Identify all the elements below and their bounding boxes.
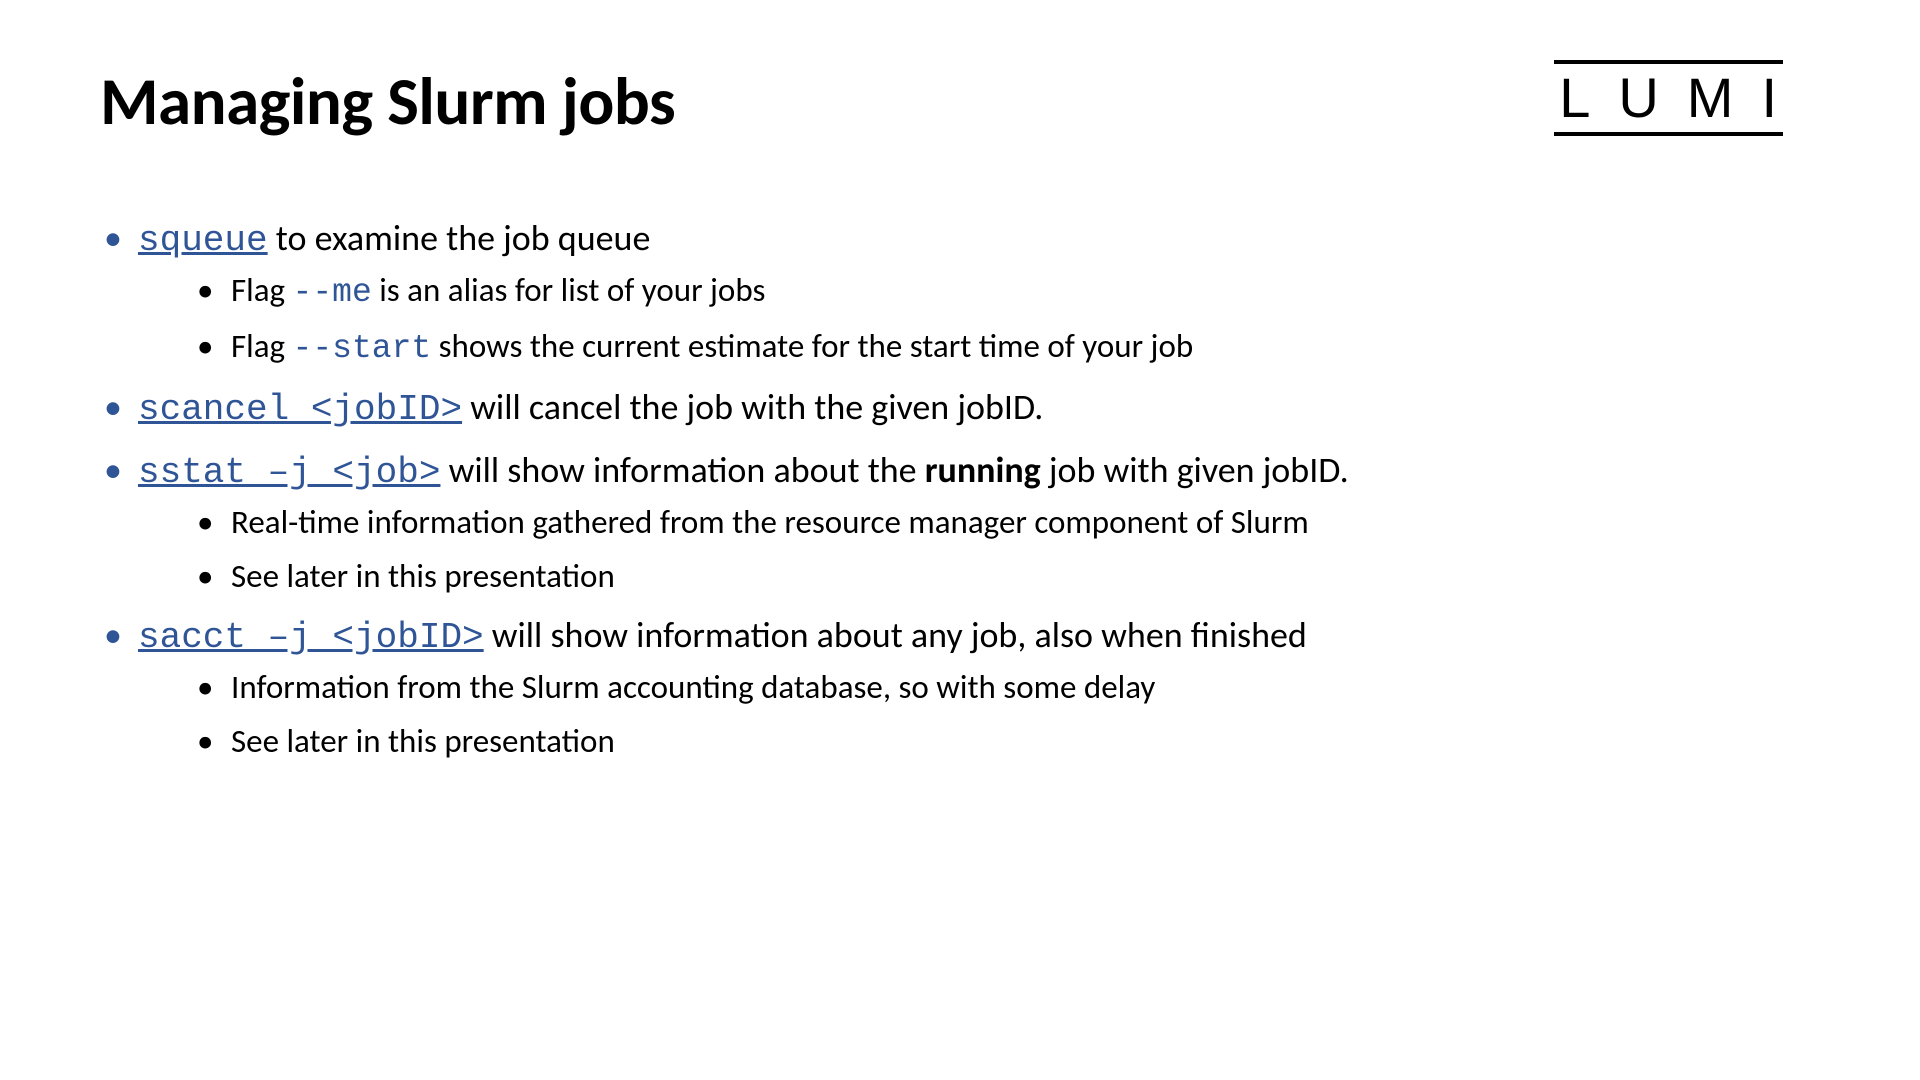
bullet-squeue: squeue to examine the job queue Flag --m… xyxy=(100,212,1820,373)
squeue-link[interactable]: squeue xyxy=(138,220,268,261)
text: Flag xyxy=(231,270,293,310)
lumi-logo: LUMI xyxy=(1559,68,1805,128)
bullet-sstat: sstat –j <job> will show information abo… xyxy=(100,444,1820,601)
slide: Managing Slurm jobs LUMI squeue to exami… xyxy=(0,0,1920,1080)
bullet-sacct-seelater: See later in this presentation xyxy=(193,718,1820,766)
running-bold: running xyxy=(925,448,1041,492)
text: will show information about the xyxy=(440,448,924,492)
slide-content: squeue to examine the job queue Flag --m… xyxy=(100,212,1820,766)
text: will show information about any job, als… xyxy=(484,613,1307,657)
bullet-sstat-realtime: Real-time information gathered from the … xyxy=(193,499,1820,547)
slide-title: Managing Slurm jobs xyxy=(100,60,675,142)
bullet-sstat-seelater: See later in this presentation xyxy=(193,553,1820,601)
text: Flag xyxy=(231,326,293,366)
scancel-link[interactable]: scancel <jobID> xyxy=(138,389,462,430)
logo-text: LUMI xyxy=(1559,68,1805,128)
text: is an alias for list of your jobs xyxy=(372,270,766,310)
slide-header: Managing Slurm jobs LUMI xyxy=(100,60,1820,142)
start-flag: --start xyxy=(293,330,432,367)
sacct-link[interactable]: sacct –j <jobID> xyxy=(138,617,484,658)
text: to examine the job queue xyxy=(268,216,651,260)
text: job with given jobID. xyxy=(1041,448,1349,492)
sstat-link[interactable]: sstat –j <job> xyxy=(138,452,440,493)
bullet-sacct-db: Information from the Slurm accounting da… xyxy=(193,664,1820,712)
bullet-scancel: scancel <jobID> will cancel the job with… xyxy=(100,381,1820,436)
text: will cancel the job with the given jobID… xyxy=(462,385,1043,429)
me-flag: --me xyxy=(293,274,372,311)
bullet-squeue-me: Flag --me is an alias for list of your j… xyxy=(193,267,1820,317)
bullet-sacct: sacct –j <jobID> will show information a… xyxy=(100,609,1820,766)
text: shows the current estimate for the start… xyxy=(431,326,1193,366)
bullet-squeue-start: Flag --start shows the current estimate … xyxy=(193,323,1820,373)
